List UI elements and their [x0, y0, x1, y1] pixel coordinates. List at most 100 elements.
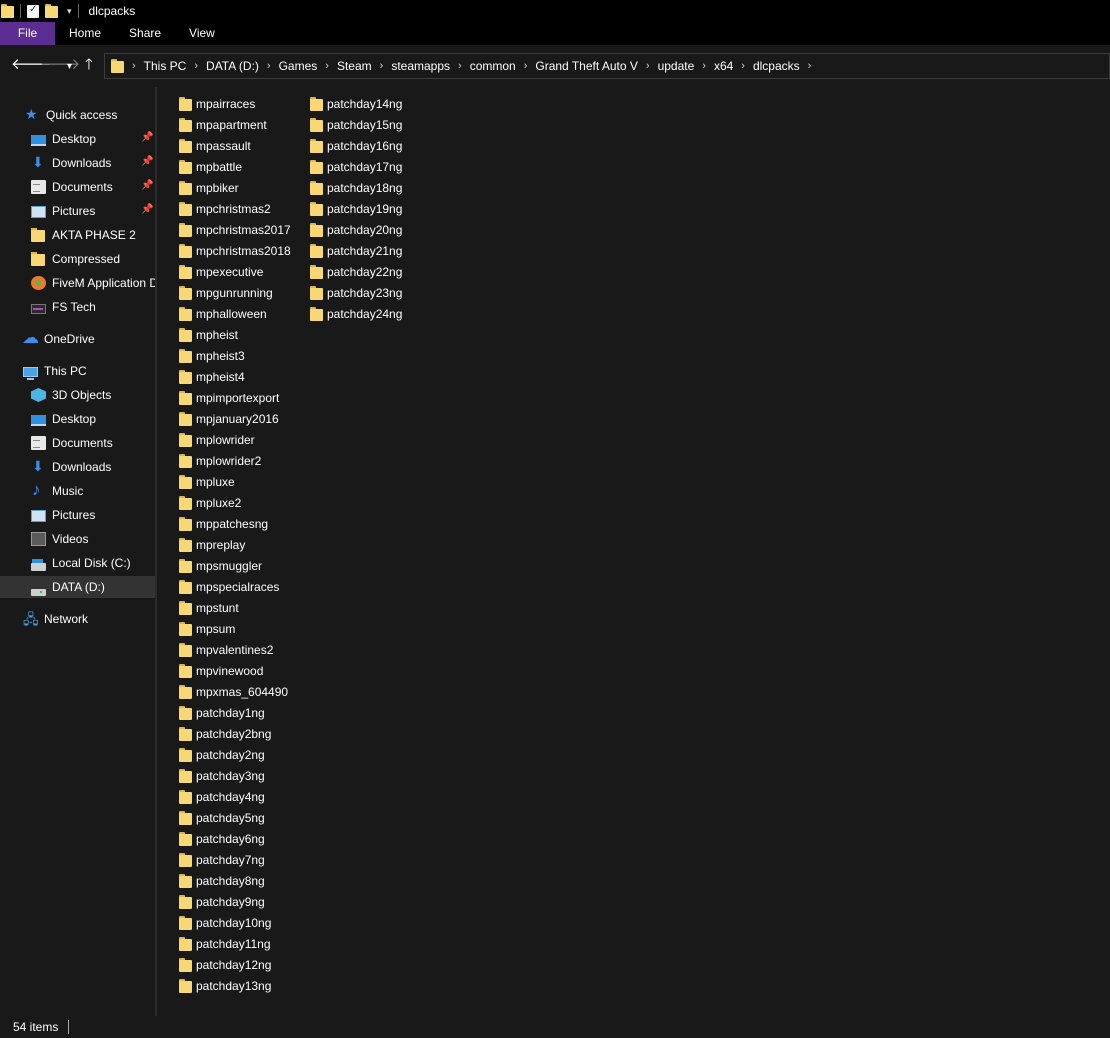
list-item[interactable]: patchday22ng	[310, 261, 402, 282]
list-item[interactable]: mppatchesng	[179, 513, 291, 534]
breadcrumb-update[interactable]: update	[658, 59, 695, 73]
breadcrumb-common[interactable]: common	[470, 59, 516, 73]
list-item[interactable]: mplowrider2	[179, 450, 291, 471]
breadcrumb-steam[interactable]: Steam	[337, 59, 372, 73]
list-item[interactable]: mpheist4	[179, 366, 291, 387]
list-item[interactable]: patchday19ng	[310, 198, 402, 219]
new-folder-icon[interactable]	[45, 4, 58, 18]
breadcrumb-steamapps[interactable]: steamapps	[391, 59, 450, 73]
list-item[interactable]: mpapartment	[179, 114, 291, 135]
sidebar-item-music[interactable]: Music	[0, 480, 155, 502]
breadcrumb-dlcpacks[interactable]: dlcpacks	[753, 59, 800, 73]
list-item[interactable]: mpheist3	[179, 345, 291, 366]
list-item[interactable]: mpvinewood	[179, 660, 291, 681]
sidebar-item-pc-pictures[interactable]: Pictures	[0, 504, 155, 526]
list-item[interactable]: mpgunrunning	[179, 282, 291, 303]
breadcrumb-chevron-icon[interactable]: ›	[325, 60, 329, 72]
list-item[interactable]: mpsum	[179, 618, 291, 639]
app-folder-icon[interactable]	[1, 4, 14, 18]
breadcrumb-games[interactable]: Games	[279, 59, 318, 73]
list-item[interactable]: patchday7ng	[179, 849, 291, 870]
list-item[interactable]: patchday24ng	[310, 303, 402, 324]
sidebar-item-akta-phase-2[interactable]: AKTA PHASE 2	[0, 224, 155, 246]
tab-file[interactable]: File	[0, 22, 55, 45]
breadcrumb-chevron-icon[interactable]: ›	[458, 60, 462, 72]
sidebar-item-this-pc[interactable]: This PC	[0, 360, 155, 382]
list-item[interactable]: mpxmas_604490	[179, 681, 291, 702]
list-item[interactable]: mpjanuary2016	[179, 408, 291, 429]
list-item[interactable]: patchday4ng	[179, 786, 291, 807]
list-item[interactable]: mpspecialraces	[179, 576, 291, 597]
breadcrumb-this-pc[interactable]: This PC	[144, 59, 187, 73]
list-item[interactable]: mphalloween	[179, 303, 291, 324]
sidebar-item-downloads[interactable]: Downloads 📌	[0, 152, 155, 174]
breadcrumb-chevron-icon[interactable]: ›	[646, 60, 650, 72]
list-item[interactable]: mpairraces	[179, 93, 291, 114]
sidebar-item-compressed[interactable]: Compressed	[0, 248, 155, 270]
sidebar-item-documents[interactable]: Documents 📌	[0, 176, 155, 198]
list-item[interactable]: patchday9ng	[179, 891, 291, 912]
properties-icon[interactable]	[27, 4, 39, 18]
list-item[interactable]: patchday23ng	[310, 282, 402, 303]
list-item[interactable]: mpreplay	[179, 534, 291, 555]
breadcrumb-chevron-icon[interactable]: ›	[702, 60, 706, 72]
sidebar-item-desktop[interactable]: Desktop 📌	[0, 128, 155, 150]
sidebar-item-network[interactable]: Network	[0, 608, 155, 630]
list-item[interactable]: mpluxe2	[179, 492, 291, 513]
list-item[interactable]: patchday10ng	[179, 912, 291, 933]
sidebar-item-data-d[interactable]: DATA (D:)	[0, 576, 155, 598]
up-arrow-icon[interactable]: 🡑	[85, 55, 93, 75]
sidebar-item-pc-desktop[interactable]: Desktop	[0, 408, 155, 430]
list-item[interactable]: patchday13ng	[179, 975, 291, 996]
list-item[interactable]: patchday6ng	[179, 828, 291, 849]
list-item[interactable]: patchday2ng	[179, 744, 291, 765]
list-item[interactable]: mpstunt	[179, 597, 291, 618]
list-item[interactable]: patchday3ng	[179, 765, 291, 786]
list-item[interactable]: mpimportexport	[179, 387, 291, 408]
list-item[interactable]: mpheist	[179, 324, 291, 345]
breadcrumb-data-d[interactable]: DATA (D:)	[206, 59, 259, 73]
breadcrumb-chevron-icon[interactable]: ›	[194, 60, 198, 72]
breadcrumb-chevron-icon[interactable]: ›	[808, 60, 812, 72]
list-item[interactable]: mpvalentines2	[179, 639, 291, 660]
list-item[interactable]: patchday14ng	[310, 93, 402, 114]
breadcrumb-chevron-icon[interactable]: ›	[132, 60, 136, 72]
list-item[interactable]: patchday20ng	[310, 219, 402, 240]
sidebar-item-quick-access[interactable]: Quick access	[0, 104, 155, 126]
forward-arrow-icon[interactable]: 🡒	[40, 55, 80, 75]
list-item[interactable]: patchday15ng	[310, 114, 402, 135]
sidebar-item-videos[interactable]: Videos	[0, 528, 155, 550]
sidebar-item-pc-documents[interactable]: Documents	[0, 432, 155, 454]
breadcrumb-chevron-icon[interactable]: ›	[267, 60, 271, 72]
list-item[interactable]: mpbattle	[179, 156, 291, 177]
sidebar-item-pictures[interactable]: Pictures 📌	[0, 200, 155, 222]
list-item[interactable]: mpchristmas2018	[179, 240, 291, 261]
address-bar[interactable]: › This PC › DATA (D:) › Games › Steam › …	[104, 53, 1110, 79]
sidebar-item-local-disk-c[interactable]: Local Disk (C:)	[0, 552, 155, 574]
sidebar-item-onedrive[interactable]: OneDrive	[0, 328, 155, 350]
customize-toolbar-chevron-icon[interactable]: ▾	[67, 6, 72, 17]
list-item[interactable]: mpchristmas2017	[179, 219, 291, 240]
sidebar-item-fivem[interactable]: FiveM Application D	[0, 272, 155, 294]
tab-view[interactable]: View	[175, 22, 229, 45]
breadcrumb-chevron-icon[interactable]: ›	[741, 60, 745, 72]
breadcrumb-chevron-icon[interactable]: ›	[380, 60, 384, 72]
list-item[interactable]: patchday18ng	[310, 177, 402, 198]
list-item[interactable]: mpassault	[179, 135, 291, 156]
list-item[interactable]: mpsmuggler	[179, 555, 291, 576]
breadcrumb-x64[interactable]: x64	[714, 59, 733, 73]
sidebar-item-pc-downloads[interactable]: Downloads	[0, 456, 155, 478]
list-item[interactable]: patchday5ng	[179, 807, 291, 828]
list-item[interactable]: patchday12ng	[179, 954, 291, 975]
list-item[interactable]: patchday16ng	[310, 135, 402, 156]
breadcrumb-gta-v[interactable]: Grand Theft Auto V	[535, 59, 638, 73]
list-item[interactable]: patchday21ng	[310, 240, 402, 261]
list-item[interactable]: mpchristmas2	[179, 198, 291, 219]
sidebar-item-3d-objects[interactable]: 3D Objects	[0, 384, 155, 406]
list-item[interactable]: mpbiker	[179, 177, 291, 198]
list-item[interactable]: patchday8ng	[179, 870, 291, 891]
list-item[interactable]: patchday17ng	[310, 156, 402, 177]
breadcrumb-chevron-icon[interactable]: ›	[524, 60, 528, 72]
list-item[interactable]: patchday1ng	[179, 702, 291, 723]
tab-share[interactable]: Share	[115, 22, 175, 45]
